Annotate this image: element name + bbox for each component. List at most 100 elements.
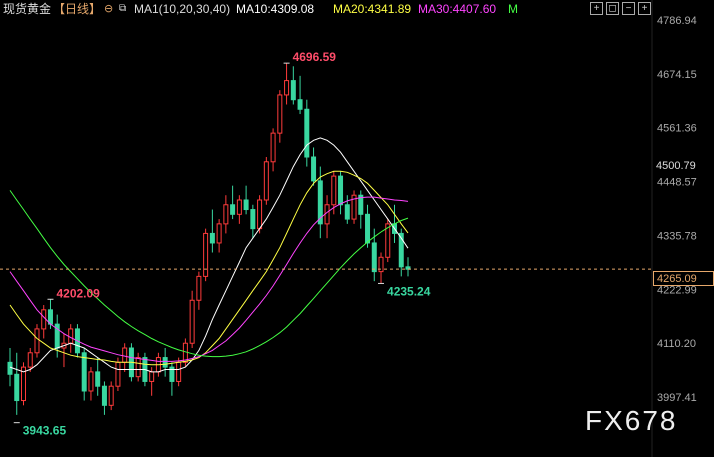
candle: [135, 352, 141, 382]
candle-body: [7, 361, 13, 375]
candle: [263, 157, 269, 205]
ma20-value: MA20:4341.89: [333, 2, 412, 16]
candle-body: [216, 223, 222, 244]
candlestick-chart[interactable]: 4786.944674.154561.364448.574335.784222.…: [0, 0, 714, 457]
candle: [338, 171, 344, 215]
price-annotations: 4696.59 3943.65 4202.09 4235.24: [13, 50, 431, 438]
watermark-logo: FX678: [585, 405, 678, 436]
candle: [230, 185, 236, 220]
candle: [162, 348, 168, 377]
candle-body: [277, 94, 283, 134]
moving-averages: [9, 137, 409, 373]
candle: [81, 348, 87, 401]
period-label[interactable]: 【日线】: [53, 0, 101, 18]
candle-body: [243, 199, 249, 211]
ma30-line: [9, 196, 409, 362]
candle-body: [41, 309, 47, 330]
candle: [88, 367, 94, 401]
chart-header: 现货黄金 【日线】 ⊖ ⧉ MA1(10,20,30,40) MA10:4309…: [0, 0, 714, 18]
candle: [297, 75, 303, 115]
indicator-icon[interactable]: ⧉: [119, 0, 126, 18]
ma30-value: MA30:4407.60: [418, 2, 497, 16]
candle: [203, 228, 209, 282]
candle-body: [338, 175, 344, 206]
y-tick-label: 4335.78: [657, 230, 697, 242]
candle: [277, 90, 283, 143]
candle-body: [284, 80, 290, 96]
candle: [324, 195, 330, 239]
candle-body: [14, 373, 20, 402]
candle: [344, 195, 350, 224]
candle-body: [230, 204, 236, 215]
candle-body: [34, 328, 40, 354]
candle: [304, 99, 310, 167]
zoom-out-icon[interactable]: −: [622, 2, 635, 15]
candles: [7, 63, 411, 415]
candle: [311, 147, 317, 186]
candle-body: [115, 361, 121, 387]
candle-body: [189, 299, 195, 344]
candle-body: [135, 357, 141, 378]
candle-body: [311, 156, 317, 182]
candle: [108, 381, 114, 411]
candle: [270, 128, 276, 172]
candle-body: [122, 347, 128, 363]
candle-body: [257, 199, 263, 230]
candle-body: [162, 357, 168, 368]
candle-body: [250, 209, 256, 230]
current-price-label: 4265.09: [653, 271, 714, 286]
candle-body: [331, 175, 337, 206]
candle: [101, 381, 107, 415]
zoom-in-icon[interactable]: +: [638, 2, 651, 15]
candle-body: [27, 352, 33, 368]
candle-body: [88, 371, 94, 392]
fit-icon[interactable]: ◻: [606, 2, 619, 15]
candle-body: [223, 204, 229, 225]
high-price-label: 4696.59: [293, 50, 337, 64]
y-axis-ticks: 4786.944674.154561.364448.574335.784222.…: [657, 15, 697, 404]
candle-body: [304, 108, 310, 158]
candle-body: [108, 385, 114, 406]
candle: [243, 185, 249, 215]
candle-body: [324, 204, 330, 225]
candle: [351, 190, 357, 224]
y-tick-label: 4674.15: [657, 69, 697, 81]
candle: [284, 63, 290, 105]
crosshair-icon[interactable]: +: [590, 2, 603, 15]
candle: [216, 219, 222, 253]
recent-low-label: 4235.24: [387, 284, 431, 298]
y-tick-label: 4110.20: [657, 338, 696, 350]
instrument-title[interactable]: 现货黄金: [3, 0, 51, 18]
ma40-value: M: [508, 2, 518, 16]
candle-body: [101, 385, 107, 406]
y-tick-label: 4448.57: [657, 177, 697, 189]
candle: [358, 190, 364, 229]
candle: [122, 343, 128, 372]
candle-body: [203, 232, 209, 277]
candle-body: [196, 275, 202, 301]
candle: [223, 195, 229, 234]
candle-body: [81, 352, 87, 392]
candle-body: [344, 204, 350, 220]
candle-body: [297, 99, 303, 110]
candle: [378, 252, 384, 284]
candle: [196, 271, 202, 310]
candle: [169, 362, 175, 396]
candle-body: [371, 242, 377, 273]
candle: [41, 305, 47, 339]
ma10-value: MA10:4309.08: [236, 2, 315, 16]
toggle-icon[interactable]: ⊖: [104, 0, 113, 18]
indicator-label[interactable]: MA1(10,20,30,40): [134, 0, 230, 18]
candle-body: [95, 371, 101, 387]
candle-body: [68, 328, 74, 344]
candle: [189, 290, 195, 349]
candle: [385, 219, 391, 263]
candle-body: [365, 213, 371, 244]
candle: [95, 357, 101, 396]
candle-body: [236, 199, 242, 215]
candle-body: [290, 80, 296, 101]
y-tick-label: 3997.41: [657, 392, 697, 404]
candle: [250, 204, 256, 239]
candle-body: [263, 161, 269, 201]
candle: [405, 257, 411, 277]
